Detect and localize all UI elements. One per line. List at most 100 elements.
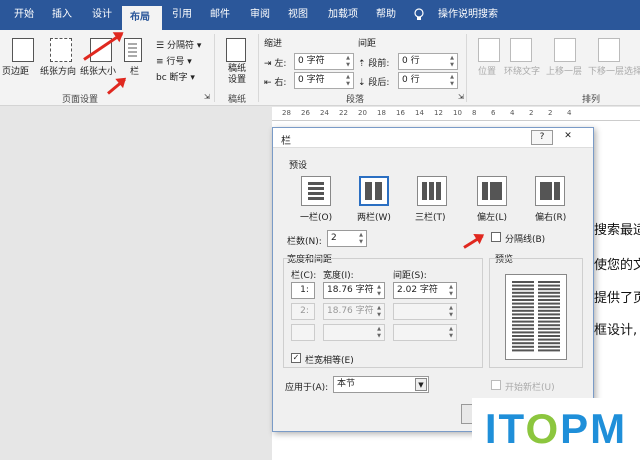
- spacing-after-text: 段后:: [368, 78, 390, 88]
- spin-down-icon[interactable]: ▼: [448, 62, 456, 69]
- preview-line: [538, 342, 560, 345]
- num-columns-stepper[interactable]: 2 ▲ ▼: [327, 230, 367, 247]
- tab-addins[interactable]: 加载项: [320, 0, 366, 30]
- logo-text: ITOPM: [484, 405, 628, 452]
- spin-up-icon[interactable]: ▲: [344, 74, 352, 81]
- indent-right-text: 右:: [274, 78, 287, 88]
- tab-design[interactable]: 设计: [84, 0, 120, 30]
- dialog-launcher-icon[interactable]: ⇲: [204, 93, 210, 101]
- indent-label: 缩进: [264, 39, 283, 49]
- ruler-tick-label: 2: [529, 109, 534, 117]
- column-3-spacing-field: ▲ ▼: [393, 324, 457, 341]
- preset-one-column[interactable]: [301, 176, 331, 206]
- draft-paper-icon[interactable]: [226, 38, 246, 62]
- num-columns-label: 栏数(N):: [287, 237, 322, 247]
- column-1-spacing-value: 2.02 字符: [397, 285, 438, 295]
- tab-home[interactable]: 开始: [6, 0, 42, 30]
- bring-forward-button: 上移一层: [546, 67, 583, 77]
- spacing-label: 间距: [358, 39, 377, 49]
- spin-up-icon[interactable]: ▲: [447, 284, 455, 291]
- apply-to-select[interactable]: 本节 ▼: [333, 376, 429, 393]
- help-button[interactable]: ?: [531, 130, 553, 145]
- spacing-before-field[interactable]: 0 行 ▲ ▼: [398, 53, 458, 70]
- hyphenation-button[interactable]: bc 断字 ▾: [156, 70, 195, 83]
- preview-line: [538, 320, 560, 323]
- chevron-down-icon[interactable]: ▼: [415, 378, 427, 391]
- margins-button[interactable]: 页边距: [2, 64, 29, 77]
- ruler-tick-label: 24: [320, 109, 329, 117]
- indent-right-field[interactable]: 0 字符 ▲ ▼: [294, 72, 354, 89]
- spin-down-icon[interactable]: ▼: [344, 81, 352, 88]
- spin-down-icon[interactable]: ▼: [357, 239, 365, 246]
- group-separator: [214, 34, 215, 102]
- line-numbers-button[interactable]: ≡ 行号 ▾: [156, 54, 192, 67]
- tab-review[interactable]: 审阅: [242, 0, 278, 30]
- preview-line: [512, 299, 534, 301]
- preview-line: [512, 288, 534, 291]
- dialog-title-bar[interactable]: 栏 ? ✕: [273, 128, 593, 148]
- start-new-column-label: 开始新栏(U): [505, 383, 555, 393]
- chevron-down-icon: ▾: [187, 73, 195, 83]
- spin-up-icon[interactable]: ▲: [375, 284, 383, 291]
- preview-line: [512, 313, 534, 316]
- preset-three-columns[interactable]: [417, 176, 447, 206]
- spin-up-icon[interactable]: ▲: [357, 232, 365, 239]
- spacing-before-icon: ⇡: [358, 59, 369, 69]
- preview-line: [538, 309, 560, 312]
- tell-me-search[interactable]: 操作说明搜索: [430, 0, 506, 30]
- size-button[interactable]: 纸张大小: [80, 64, 116, 77]
- equal-width-checkbox[interactable]: ✓: [291, 353, 301, 363]
- tab-mailings[interactable]: 邮件: [202, 0, 238, 30]
- breaks-button[interactable]: ☰ 分隔符 ▾: [156, 38, 201, 51]
- column-3-width-field: ▲ ▼: [323, 324, 385, 341]
- close-button[interactable]: ✕: [557, 130, 579, 145]
- breaks-icon: ☰: [156, 41, 167, 51]
- preview-line: [512, 281, 534, 283]
- hyphenation-label: 断字: [169, 73, 188, 83]
- ruler-tick-label: 2: [548, 109, 553, 117]
- column-2-width-field: 18.76 字符 ▲ ▼: [323, 303, 385, 320]
- preview-line: [538, 302, 560, 305]
- tab-layout[interactable]: 布局: [122, 6, 162, 30]
- preview-line: [538, 295, 560, 298]
- preset-right[interactable]: [535, 176, 565, 206]
- orientation-button[interactable]: 纸张方向: [40, 64, 76, 77]
- margins-icon[interactable]: [12, 38, 34, 62]
- tab-references[interactable]: 引用: [164, 0, 200, 30]
- spin-up-icon: ▲: [377, 326, 381, 332]
- preview-line: [538, 306, 560, 309]
- indent-left-field[interactable]: 0 字符 ▲ ▼: [294, 53, 354, 70]
- preset-two-columns[interactable]: [359, 176, 389, 206]
- spin-down-icon[interactable]: ▼: [375, 291, 383, 298]
- orientation-icon[interactable]: [50, 38, 72, 62]
- spin-down-icon[interactable]: ▼: [344, 62, 352, 69]
- preview-line: [538, 291, 560, 294]
- dialog-launcher-icon[interactable]: ⇲: [458, 93, 464, 101]
- preview-line: [538, 288, 560, 291]
- wrap-text-icon: [510, 38, 532, 62]
- separator-checkbox[interactable]: [491, 232, 501, 242]
- column-2-width-value: 18.76 字符: [327, 306, 374, 316]
- columns-button[interactable]: 栏: [130, 64, 139, 77]
- spin-down-icon[interactable]: ▼: [447, 291, 455, 298]
- document-line: 使您的文: [594, 258, 640, 273]
- spacing-after-field[interactable]: 0 行 ▲ ▼: [398, 72, 458, 89]
- spin-up-icon[interactable]: ▲: [448, 74, 456, 81]
- spin-up-icon[interactable]: ▲: [344, 55, 352, 62]
- column-1-width-field[interactable]: 18.76 字符 ▲ ▼: [323, 282, 385, 299]
- tab-insert[interactable]: 插入: [44, 0, 80, 30]
- spin-down-icon[interactable]: ▼: [448, 81, 456, 88]
- selection-pane-button: 选择: [624, 67, 640, 77]
- tab-help[interactable]: 帮助: [368, 0, 404, 30]
- horizontal-ruler[interactable]: 28 26 24 22 20 18 16 14 12 10 8 6 4 2 2 4: [272, 107, 640, 121]
- preset-left[interactable]: [477, 176, 507, 206]
- preview-line: [538, 324, 560, 327]
- column-1-spacing-field[interactable]: 2.02 字符 ▲ ▼: [393, 282, 457, 299]
- tab-view[interactable]: 视图: [280, 0, 316, 30]
- send-backward-button: 下移一层: [588, 67, 625, 77]
- num-columns-value: 2: [331, 233, 337, 243]
- preview-line: [512, 284, 534, 287]
- columns-icon[interactable]: [124, 38, 142, 62]
- draft-settings-button[interactable]: 稿纸设置: [224, 64, 250, 86]
- spin-up-icon[interactable]: ▲: [448, 55, 456, 62]
